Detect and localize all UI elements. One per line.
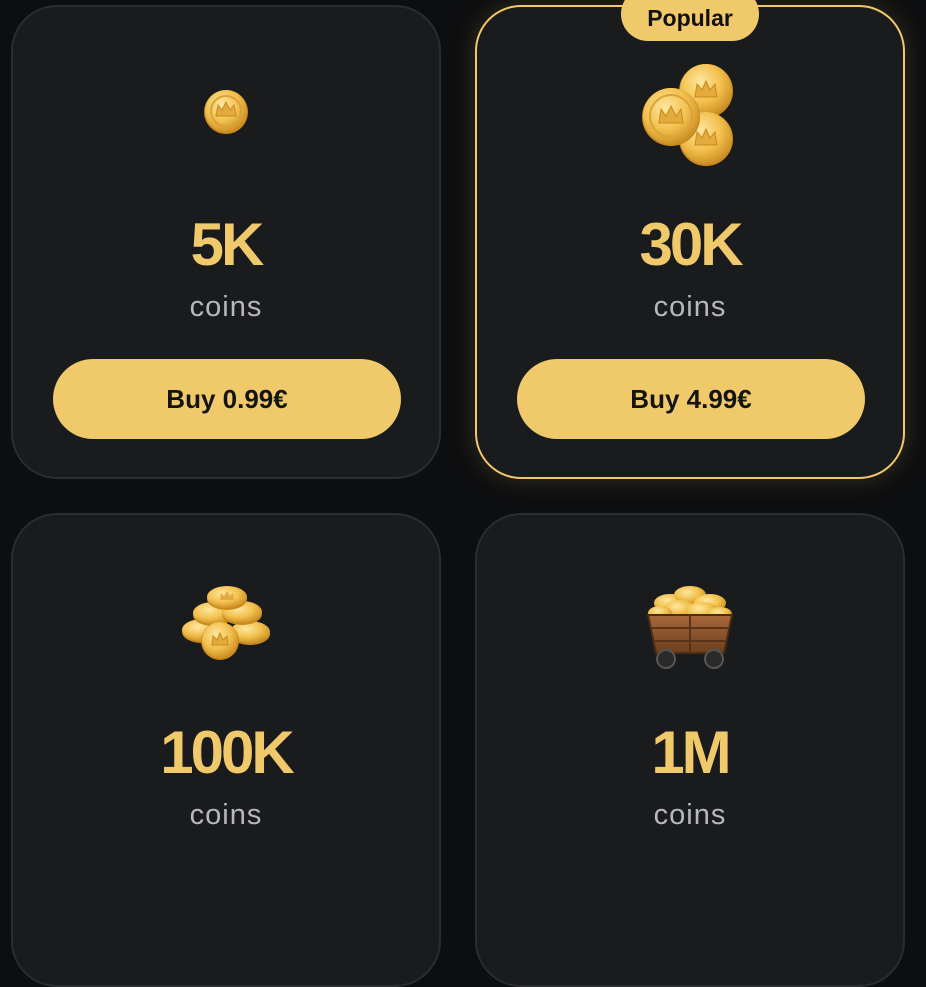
coin-stack-icon <box>630 57 750 167</box>
single-coin-icon <box>166 57 286 167</box>
popular-badge: Popular <box>621 0 759 41</box>
coin-pack-card-1m[interactable]: 1M coins <box>475 513 905 987</box>
coin-amount: 1M <box>651 719 731 786</box>
coin-amount: 30K <box>639 211 743 278</box>
coin-pile-icon <box>166 565 286 675</box>
coin-amount: 100K <box>160 719 294 786</box>
coin-unit-label: coins <box>653 799 727 831</box>
coin-unit-label: coins <box>189 799 263 831</box>
coin-amount: 5K <box>190 211 265 278</box>
coin-pack-card-30k[interactable]: Popular 30K coins Buy 4.99€ <box>475 0 905 479</box>
coin-pack-card-100k[interactable]: 100K coins <box>11 513 441 987</box>
coin-pack-grid: 5K coins Buy 0.99€ Popular 30K coins Buy… <box>0 0 926 987</box>
mine-cart-coins-icon <box>630 565 750 675</box>
coin-unit-label: coins <box>189 291 263 323</box>
coin-unit-label: coins <box>653 291 727 323</box>
buy-button[interactable]: Buy 0.99€ <box>53 359 401 439</box>
coin-pack-card-5k[interactable]: 5K coins Buy 0.99€ <box>11 5 441 479</box>
buy-button[interactable]: Buy 4.99€ <box>517 359 865 439</box>
